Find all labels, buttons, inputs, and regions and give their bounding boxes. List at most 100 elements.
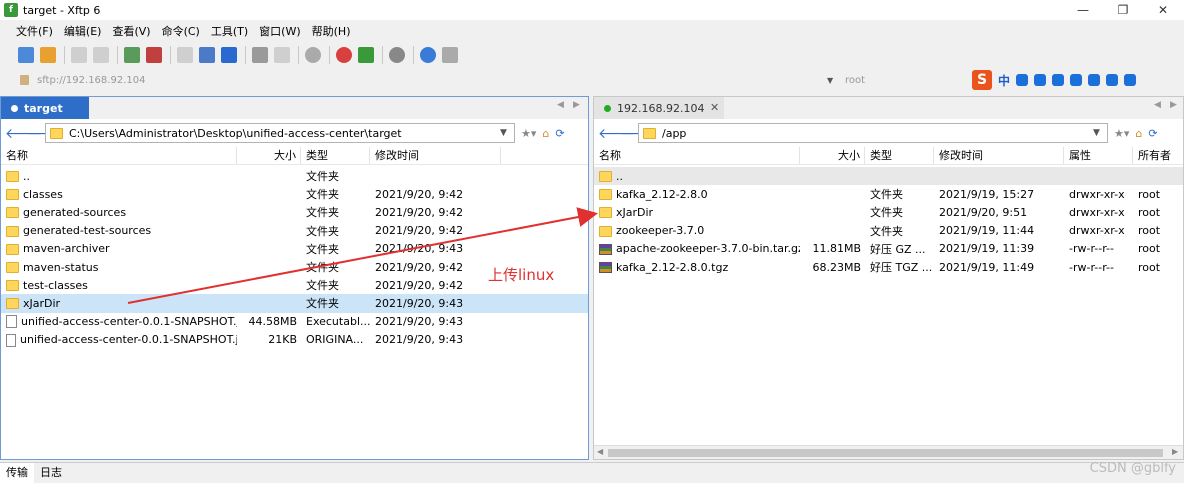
table-row[interactable]: unified-access-center-0.0.1-SNAPSHOT.jar… [1, 313, 588, 331]
sync-icon[interactable] [221, 47, 237, 63]
sogou-logo-icon[interactable]: S [972, 70, 992, 90]
file-mtime: 2021/9/20, 9:51 [939, 205, 1028, 219]
col-type[interactable]: 类型 [865, 147, 934, 164]
table-row[interactable]: generated-test-sources 文件夹 2021/9/20, 9:42 [1, 222, 588, 240]
close-button[interactable]: ✕ [1148, 0, 1178, 20]
file-type: 文件夹 [870, 188, 903, 202]
menu-command[interactable]: 命令(C) [162, 23, 200, 39]
skin-icon[interactable] [1106, 74, 1119, 86]
grid-icon[interactable] [1124, 74, 1137, 86]
table-row[interactable]: kafka_2.12-2.8.0.tgz 68.23MB 好压 TGZ ... 202… [594, 258, 1183, 276]
file-name: generated-sources [23, 205, 127, 219]
table-row[interactable]: apache-zookeeper-3.7.0-bin.tar.gz 11.81MB… [594, 240, 1183, 258]
col-mtime[interactable]: 修改时间 [934, 147, 1064, 164]
col-type[interactable]: 类型 [301, 147, 370, 164]
open-folder-icon[interactable] [40, 47, 56, 63]
scroll-thumb[interactable] [608, 449, 1163, 457]
globe-icon[interactable] [305, 47, 321, 63]
table-row[interactable]: xJarDir 文件夹 2021/9/20, 9:51 drwxr-xr-x root [594, 203, 1183, 221]
local-path-input[interactable]: C:\Users\Administrator\Desktop\unified-a… [45, 123, 515, 143]
menu-tools[interactable]: 工具(T) [211, 23, 248, 39]
file-name-cell: classes [1, 188, 237, 201]
tab-prev-icon[interactable]: ◀ [1154, 100, 1161, 110]
punct-icon[interactable] [1016, 74, 1029, 86]
menu-help[interactable]: 帮助(H) [312, 23, 351, 39]
connect-icon[interactable] [71, 47, 87, 63]
user-icon[interactable] [1088, 74, 1101, 86]
stop-icon[interactable] [146, 47, 162, 63]
chevron-down-icon[interactable]: ▼ [1093, 128, 1107, 138]
file-mtime: 2021/9/20, 9:42 [375, 205, 464, 219]
menu-file[interactable]: 文件(F) [16, 23, 53, 39]
xshell-icon[interactable] [336, 47, 352, 63]
table-row[interactable]: .. 文件夹 [1, 167, 588, 185]
menu-view[interactable]: 查看(V) [112, 23, 150, 39]
col-name[interactable]: 名称 [1, 147, 237, 164]
back-icon[interactable]: 🡐 [5, 125, 43, 142]
tab-transfers[interactable]: 传输 [0, 462, 34, 483]
file-owner: root [1138, 224, 1161, 238]
menu-window[interactable]: 窗口(W) [259, 23, 300, 39]
table-row[interactable]: generated-sources 文件夹 2021/9/20, 9:42 [1, 203, 588, 221]
col-name[interactable]: 名称 [594, 147, 800, 164]
table-row[interactable]: kafka_2.12-2.8.0 文件夹 2021/9/19, 15:27 drwxr… [594, 185, 1183, 203]
download-icon[interactable] [199, 47, 215, 63]
tab-prev-icon[interactable]: ◀ [557, 100, 564, 110]
chevron-down-icon[interactable]: ▼ [500, 128, 514, 138]
col-size[interactable]: 大小 [800, 147, 865, 164]
scroll-left-icon[interactable]: ◀ [597, 447, 603, 456]
disconnect-icon[interactable] [93, 47, 109, 63]
new-session-icon[interactable] [18, 47, 34, 63]
table-row[interactable]: xJarDir 文件夹 2021/9/20, 9:43 [1, 294, 588, 313]
help-icon[interactable] [420, 47, 436, 63]
title-bar: f target - Xftp 6 — ❐ ✕ [0, 0, 1184, 20]
tab-next-icon[interactable]: ▶ [1170, 100, 1177, 110]
refresh-icon[interactable]: ⟳ [1148, 127, 1157, 140]
table-row[interactable]: unified-access-center-0.0.1-SNAPSHOT.j..… [1, 331, 588, 349]
menu-edit[interactable]: 编辑(E) [64, 23, 102, 39]
tab-remote-label: 192.168.92.104 [617, 101, 705, 115]
mic-icon[interactable] [1052, 74, 1065, 86]
table-row[interactable]: maven-archiver 文件夹 2021/9/20, 9:43 [1, 240, 588, 258]
file-owner: root [1138, 187, 1161, 201]
emoji-icon[interactable] [1034, 74, 1047, 86]
col-attr[interactable]: 属性 [1064, 147, 1133, 164]
tab-remote[interactable]: 192.168.92.104 [594, 97, 724, 119]
table-row[interactable]: classes 文件夹 2021/9/20, 9:42 [1, 185, 588, 203]
bookmark-icon[interactable]: ★▾ [521, 127, 536, 140]
col-owner[interactable]: 所有者 [1133, 147, 1183, 164]
col-mtime[interactable]: 修改时间 [370, 147, 501, 164]
back-icon[interactable]: 🡐 [598, 125, 636, 142]
tab-log[interactable]: 日志 [34, 463, 68, 483]
user-field[interactable]: root [845, 75, 865, 86]
delete-icon[interactable] [274, 47, 290, 63]
tab-local[interactable]: target [1, 97, 89, 119]
chevron-down-icon[interactable]: ▼ [827, 76, 845, 85]
upload-icon[interactable] [177, 47, 193, 63]
keyboard-icon[interactable] [1070, 74, 1083, 86]
bookmark-icon[interactable]: ★▾ [1114, 127, 1129, 140]
ime-mode-label[interactable]: 中 [998, 72, 1010, 89]
maximize-button[interactable]: ❐ [1108, 0, 1138, 20]
refresh-icon[interactable]: ⟳ [555, 127, 564, 140]
table-row[interactable]: zookeeper-3.7.0 文件夹 2021/9/19, 11:44 drwxr-… [594, 222, 1183, 240]
table-row[interactable]: .. [594, 167, 1183, 186]
properties-icon[interactable] [252, 47, 268, 63]
minimize-button[interactable]: — [1068, 0, 1098, 20]
horizontal-scrollbar[interactable]: ◀ ▶ [594, 445, 1183, 459]
gear-icon[interactable] [389, 47, 405, 63]
xftp-icon[interactable] [358, 47, 374, 63]
chat-icon[interactable] [442, 47, 458, 63]
remote-path-input[interactable]: /app ▼ [638, 123, 1108, 143]
tab-next-icon[interactable]: ▶ [573, 100, 580, 110]
col-size[interactable]: 大小 [237, 147, 301, 164]
forward-icon[interactable]: 🡒 [620, 125, 658, 142]
home-icon[interactable]: ⌂ [1135, 127, 1142, 140]
close-icon[interactable]: ✕ [710, 101, 719, 114]
refresh-icon[interactable] [124, 47, 140, 63]
scroll-right-icon[interactable]: ▶ [1172, 447, 1178, 456]
home-icon[interactable]: ⌂ [542, 127, 549, 140]
address-input[interactable]: sftp://192.168.92.104 [37, 75, 827, 86]
forward-icon[interactable]: 🡒 [27, 125, 65, 142]
folder-icon [50, 127, 63, 139]
